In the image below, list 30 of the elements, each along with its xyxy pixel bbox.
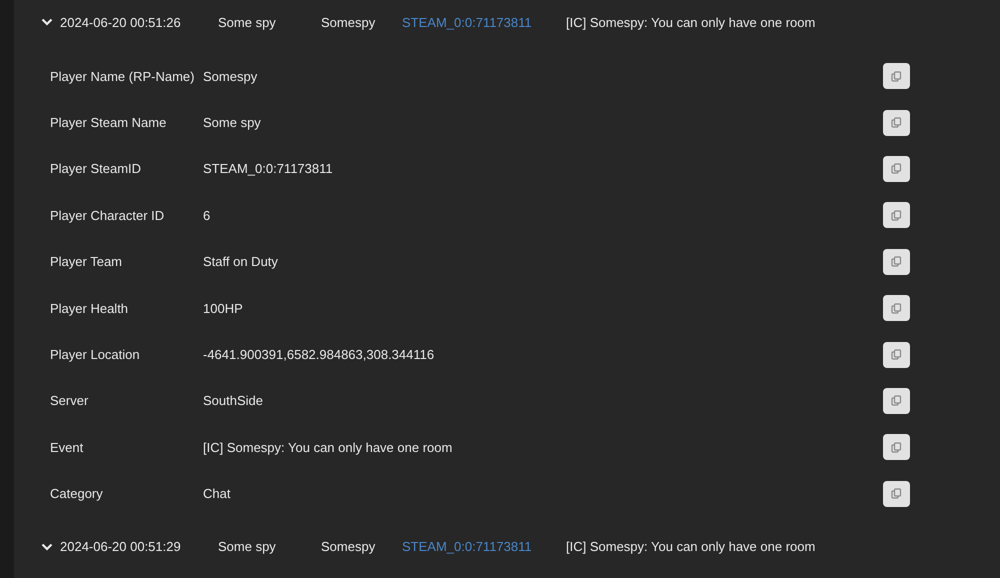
detail-value: Chat [203,486,232,502]
detail-value: 100HP [203,300,244,316]
detail-value: [IC] Somespy: You can only have one room [203,440,454,455]
detail-label: Player Character ID [50,208,166,223]
detail-value: -4641.900391,6582.984863,308.344116 [203,347,436,362]
detail-label: Player Health [50,300,130,316]
detail-value: Somespy [203,68,258,84]
detail-label: Player Name (RP-Name) [50,68,196,84]
detail-label: Player Location [50,347,141,362]
steam-name: Some spy [218,14,277,30]
steam-name: Some spy [218,539,277,554]
detail-value: Some spy [203,115,262,130]
rp-name: Somespy [321,14,376,30]
log-time: 2024-06-20 00:51:26 [60,14,182,30]
detail-label: Player SteamID [50,161,142,176]
detail-value: STEAM_0:0:71173811 [203,161,334,176]
rp-name: Somespy [321,539,376,554]
detail-label: Category [50,486,104,502]
detail-value: 6 [203,208,212,223]
detail-label: Event [50,440,84,455]
steam-id-link[interactable]: STEAM_0:0:71173811 [402,14,566,30]
event-text: [IC] Somespy: You can only have one room [566,539,816,554]
detail-value: SouthSide [203,393,264,408]
detail-label: Player Steam Name [50,115,168,130]
event-text: [IC] Somespy: You can only have one room [566,14,816,30]
log-time: 2024-06-20 00:51:29 [60,539,182,554]
steam-id-link[interactable]: STEAM_0:0:71173811 [402,539,566,554]
detail-label: Server [50,393,90,408]
detail-label: Player Team [50,254,124,270]
detail-value: Staff on Duty [203,254,279,270]
